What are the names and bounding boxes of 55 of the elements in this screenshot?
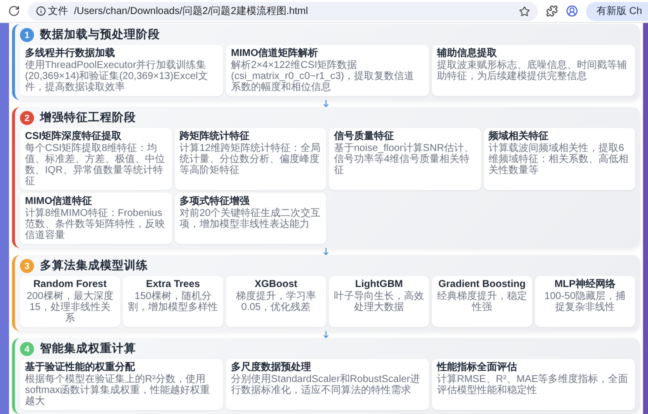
card-text: 每个CSI矩阵提取8维特征：均值、标准差、方差、极值、中位数、IQR、异常值数量等统计特征 — [25, 143, 166, 187]
stage-title: 智能集成权重计算 — [40, 341, 136, 356]
stage-number: 4 — [20, 342, 34, 356]
stage-number: 1 — [20, 28, 34, 42]
stage-title: 多算法集成模型训练 — [40, 258, 148, 273]
card-title: Extra Trees — [145, 279, 201, 290]
card-text: 计算8维MIMO特征：Frobenius范数、条件数等矩阵特性，反映信道容量 — [25, 208, 166, 241]
card-text: 经典梯度提升，稳定性强 — [437, 291, 527, 313]
card-title: CSI矩阵深度特征提取 — [25, 131, 123, 142]
card-title: MIMO信道矩阵解析 — [231, 48, 320, 59]
url-text: /Users/chan/Downloads/问题2/问题2建模流程图.html — [74, 4, 309, 18]
card-title: 辅助信息提取 — [437, 48, 498, 59]
info-icon — [36, 6, 46, 16]
card-title: 多尺度数据预处理 — [231, 362, 312, 373]
card-text: 计算12维跨矩阵统计特征：全局统计量、分位数分析、偏度峰度等高阶矩特征 — [180, 143, 321, 176]
stage-title: 数据加载与预处理阶段 — [40, 27, 160, 42]
card-title: MIMO信道特征 — [25, 196, 94, 207]
reload-icon[interactable] — [8, 5, 20, 17]
profile-icon[interactable] — [566, 5, 578, 17]
card-title: 多项式特征增强 — [180, 196, 250, 207]
card-text: 100-50隐藏层，捕捉复杂非线性 — [543, 291, 627, 313]
stage-number: 3 — [20, 258, 34, 272]
card-text: 基于noise_floor计算SNR估计、信号功率等4维信号质量相关特征 — [334, 143, 476, 176]
stage-number: 2 — [20, 110, 34, 124]
card-title: XGBoost — [254, 279, 298, 290]
card-text: 梯度提升，学习率0.05，优化残差 — [235, 291, 317, 313]
card-title: MLP神经网络 — [553, 279, 617, 290]
star-icon[interactable] — [519, 6, 530, 16]
card-text: 150棵树，随机分割，增加模型多样性 — [128, 291, 218, 313]
file-chip[interactable]: 文件 — [36, 4, 68, 18]
update-button[interactable]: 有新版 Ch — [586, 2, 648, 20]
puzzle-icon[interactable] — [546, 5, 558, 17]
stage-title: 增强特征工程阶段 — [40, 110, 136, 125]
card-text: 200棵树，最大深度15，处理非线性关系 — [26, 291, 114, 324]
card-title: 信号质量特征 — [334, 131, 395, 142]
card-title: 基于验证性能的权重分配 — [25, 362, 136, 373]
card-text: 提取波束赋形标志、底噪信息、时间戳等辅助特征，为后续建模提供完整信息 — [437, 60, 628, 82]
card-title: Gradient Boosting — [437, 279, 527, 290]
card-text: 分别使用StandardScaler和RobustScaler进行数据标准化，适应不同算法的特性需求 — [231, 374, 421, 396]
arrow-down-icon — [323, 331, 329, 338]
card-text: 对前20个关键特征生成二次交互项，增加模型非线性表达能力 — [180, 208, 321, 230]
card-text: 计算载波间频域相关性，提取6维频域特征：相关系数、高低相关性数量等 — [488, 143, 630, 176]
card-text: 解析2×4×122维CSI矩阵数据(csi_matrix_r0_c0~r1_c3)，提取复数信道系数的幅度和相位信息 — [231, 60, 416, 93]
card-title: LightGBM — [354, 279, 404, 290]
card-text: 叶子导向生长，高效处理大数据 — [334, 291, 424, 313]
card-text: 计算RMSE、R²、MAE等多维度指标，全面评估模型性能和稳定性 — [437, 374, 630, 396]
card-title: 频域相关特征 — [488, 131, 550, 142]
card-text: 根据每个模型在验证集上的R²分数，使用softmax函数计算集成权重，性能越好权重越大 — [25, 374, 212, 407]
card-title: Random Forest — [32, 279, 108, 290]
card-title: 性能指标全面评估 — [437, 362, 518, 373]
card-text: 使用ThreadPoolExecutor并行加载训练集(20,369×14)和验证集(20,369×13)Excel文件，提高数据读取效率 — [25, 60, 209, 93]
card-title: 跨矩阵统计特征 — [180, 131, 250, 142]
arrow-down-icon — [323, 248, 329, 255]
card-title: 多线程并行数据加载 — [25, 48, 116, 59]
address-bar[interactable]: 文件 /Users/chan/Downloads/问题2/问题2建模流程图.html — [28, 2, 538, 20]
